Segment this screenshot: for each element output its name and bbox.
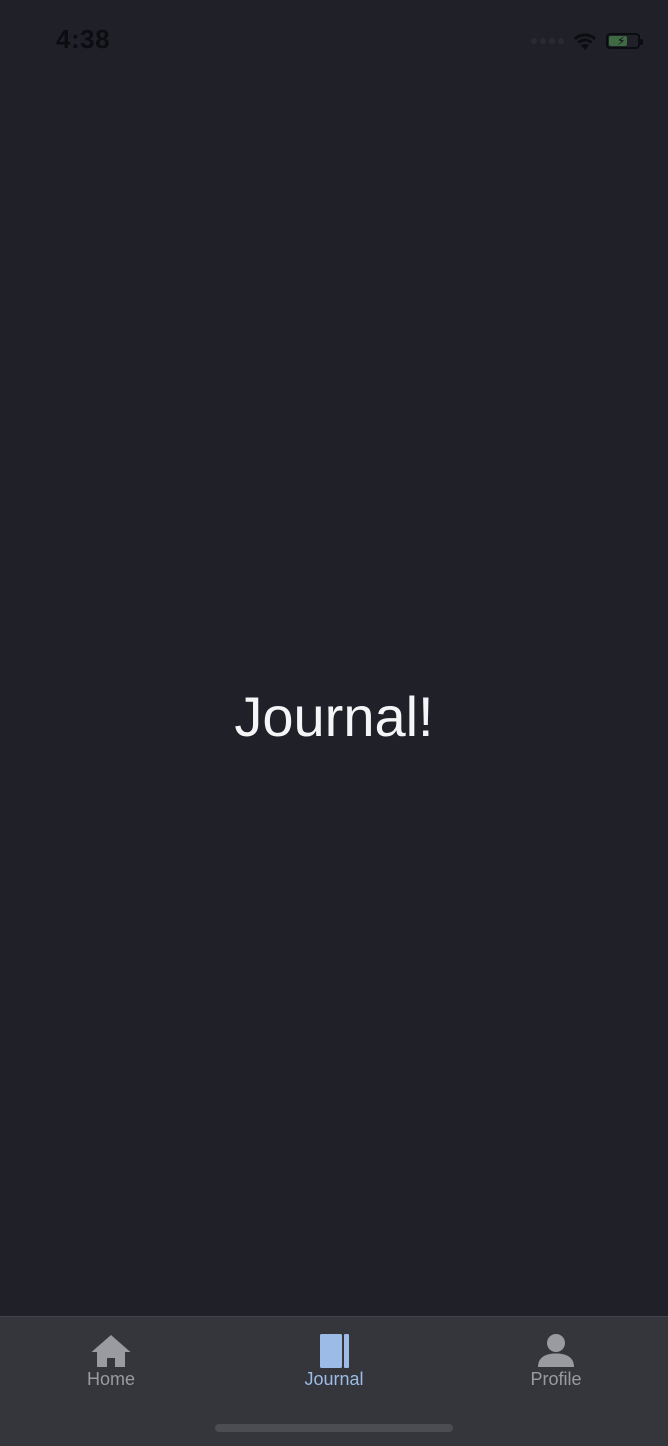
home-icon bbox=[91, 1335, 131, 1367]
tab-home[interactable]: Home bbox=[11, 1333, 211, 1393]
battery-icon: ⚡ bbox=[606, 33, 643, 49]
tab-home-label: Home bbox=[86, 1369, 135, 1389]
wifi-icon bbox=[574, 33, 596, 50]
home-indicator[interactable] bbox=[215, 1424, 453, 1432]
profile-icon bbox=[538, 1334, 574, 1367]
tab-journal-label: Journal bbox=[304, 1369, 364, 1389]
tab-profile[interactable]: Profile bbox=[456, 1333, 656, 1393]
status-icons: ⚡ bbox=[531, 28, 643, 54]
status-bar: 4:38 ⚡ bbox=[0, 0, 668, 80]
tab-journal[interactable]: Journal bbox=[234, 1333, 434, 1393]
main-content: Journal! bbox=[0, 80, 668, 1316]
tab-profile-label: Profile bbox=[530, 1369, 582, 1389]
journal-icon bbox=[320, 1334, 349, 1368]
status-time: 4:38 bbox=[56, 24, 111, 54]
page-title: Journal! bbox=[234, 684, 434, 748]
journal-screen: 4:38 ⚡ Journal! Home Journal Profile bbox=[0, 0, 668, 1446]
signal-icon bbox=[531, 38, 564, 44]
